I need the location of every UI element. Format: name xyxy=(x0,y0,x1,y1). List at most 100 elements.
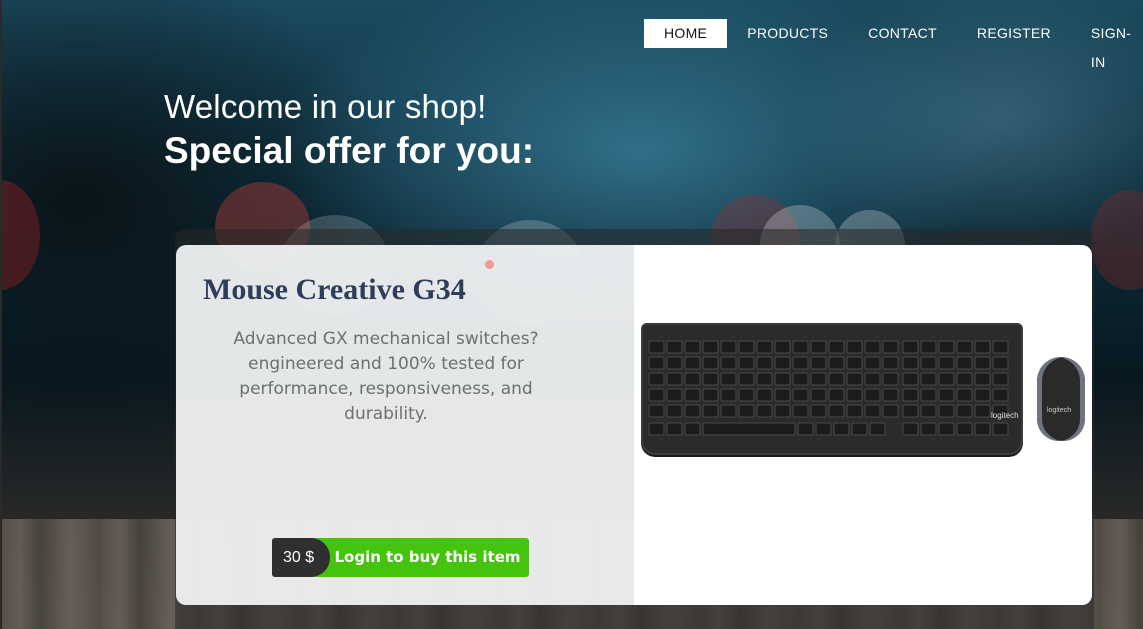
keyboard-key xyxy=(938,340,955,354)
keyboard-key xyxy=(792,388,809,402)
keyboard-key xyxy=(702,356,719,370)
nav-home[interactable]: HOME xyxy=(644,19,728,48)
keyboard-key xyxy=(956,372,973,386)
keyboard-key xyxy=(846,372,863,386)
keyboard-key xyxy=(738,372,755,386)
keyboard-key xyxy=(815,422,832,436)
keyboard-key xyxy=(864,356,881,370)
keyboard-key xyxy=(902,404,919,418)
keyboard-key xyxy=(648,340,665,354)
keyboard-key xyxy=(774,372,791,386)
keyboard-key xyxy=(974,340,991,354)
keyboard-key xyxy=(828,356,845,370)
keyboard-key xyxy=(956,340,973,354)
keyboard-key xyxy=(810,356,827,370)
buy-button-label: Login to buy this item xyxy=(334,548,521,566)
keyboard-key xyxy=(756,404,773,418)
keyboard-key xyxy=(974,404,991,418)
keyboard-key xyxy=(846,404,863,418)
keyboard-image: logitech xyxy=(641,323,1023,455)
keyboard-key xyxy=(828,404,845,418)
keyboard-key xyxy=(684,404,701,418)
keyboard-key xyxy=(938,422,955,436)
keyboard-key xyxy=(666,422,683,436)
keyboard-key xyxy=(882,388,899,402)
keyboard-key xyxy=(702,404,719,418)
keyboard-key xyxy=(797,422,814,436)
keyboard-key xyxy=(684,422,701,436)
keyboard-key xyxy=(738,356,755,370)
keyboard-key xyxy=(684,356,701,370)
keyboard-key xyxy=(702,340,719,354)
keyboard-key xyxy=(792,340,809,354)
keyboard-key xyxy=(774,404,791,418)
keyboard-key xyxy=(902,356,919,370)
keyboard-key xyxy=(720,372,737,386)
keyboard-key xyxy=(864,388,881,402)
offer-card: Mouse Creative G34 Advanced GX mechanica… xyxy=(176,245,1092,605)
keyboard-key xyxy=(774,388,791,402)
keyboard-key xyxy=(792,356,809,370)
keyboard-key xyxy=(666,356,683,370)
keyboard-key xyxy=(738,340,755,354)
indicator-dot xyxy=(485,260,494,269)
keyboard-key xyxy=(720,388,737,402)
keyboard-key xyxy=(846,356,863,370)
keyboard-key xyxy=(792,404,809,418)
keyboard-key xyxy=(938,372,955,386)
keyboard-key xyxy=(920,372,937,386)
bokeh-light xyxy=(1090,190,1143,290)
nav-products[interactable]: PRODUCTS xyxy=(727,19,848,48)
keyboard-key xyxy=(920,340,937,354)
keyboard-key xyxy=(738,388,755,402)
keyboard-key xyxy=(756,388,773,402)
keyboard-key xyxy=(992,340,1009,354)
keyboard-key xyxy=(666,388,683,402)
keyboard-key xyxy=(864,372,881,386)
keyboard-key xyxy=(684,340,701,354)
keyboard-key xyxy=(666,372,683,386)
keyboard-key xyxy=(810,340,827,354)
keyboard-key xyxy=(828,340,845,354)
keyboard-key xyxy=(774,340,791,354)
keyboard-key xyxy=(902,372,919,386)
keyboard-key xyxy=(902,388,919,402)
keyboard-key xyxy=(869,422,886,436)
top-navigation: HOME PRODUCTS CONTACT REGISTER SIGN-IN xyxy=(644,19,1143,70)
keyboard-key xyxy=(756,372,773,386)
buy-button[interactable]: 30 $ Login to buy this item xyxy=(272,538,529,577)
price-badge: 30 $ xyxy=(272,538,330,577)
window-edge xyxy=(0,0,2,629)
keyboard-key xyxy=(648,356,665,370)
nav-contact[interactable]: CONTACT xyxy=(848,19,957,48)
keyboard-key xyxy=(756,356,773,370)
keyboard-key xyxy=(864,404,881,418)
keyboard-key xyxy=(974,372,991,386)
keyboard-key xyxy=(882,340,899,354)
keyboard-key xyxy=(666,404,683,418)
keyboard-key xyxy=(846,388,863,402)
keyboard-key xyxy=(833,422,850,436)
nav-sign-in[interactable]: SIGN-IN xyxy=(1071,19,1143,70)
keyboard-key xyxy=(974,356,991,370)
keyboard-key xyxy=(756,340,773,354)
keyboard-key xyxy=(684,372,701,386)
keyboard-key xyxy=(938,356,955,370)
keyboard-key xyxy=(792,372,809,386)
keyboard-brand-logo: logitech xyxy=(991,411,1019,420)
nav-register[interactable]: REGISTER xyxy=(957,19,1071,48)
keyboard-key xyxy=(992,422,1009,436)
keyboard-key xyxy=(702,372,719,386)
mouse-brand-logo: logitech xyxy=(1047,407,1072,414)
keyboard-key xyxy=(920,388,937,402)
keyboard-key xyxy=(920,422,937,436)
keyboard-key xyxy=(648,388,665,402)
keyboard-key xyxy=(851,422,868,436)
keyboard-key xyxy=(846,340,863,354)
keyboard-key xyxy=(702,422,796,436)
keyboard-key xyxy=(956,422,973,436)
keyboard-key xyxy=(992,372,1009,386)
keyboard-key xyxy=(992,388,1009,402)
keyboard-key xyxy=(956,356,973,370)
keyboard-key xyxy=(774,356,791,370)
